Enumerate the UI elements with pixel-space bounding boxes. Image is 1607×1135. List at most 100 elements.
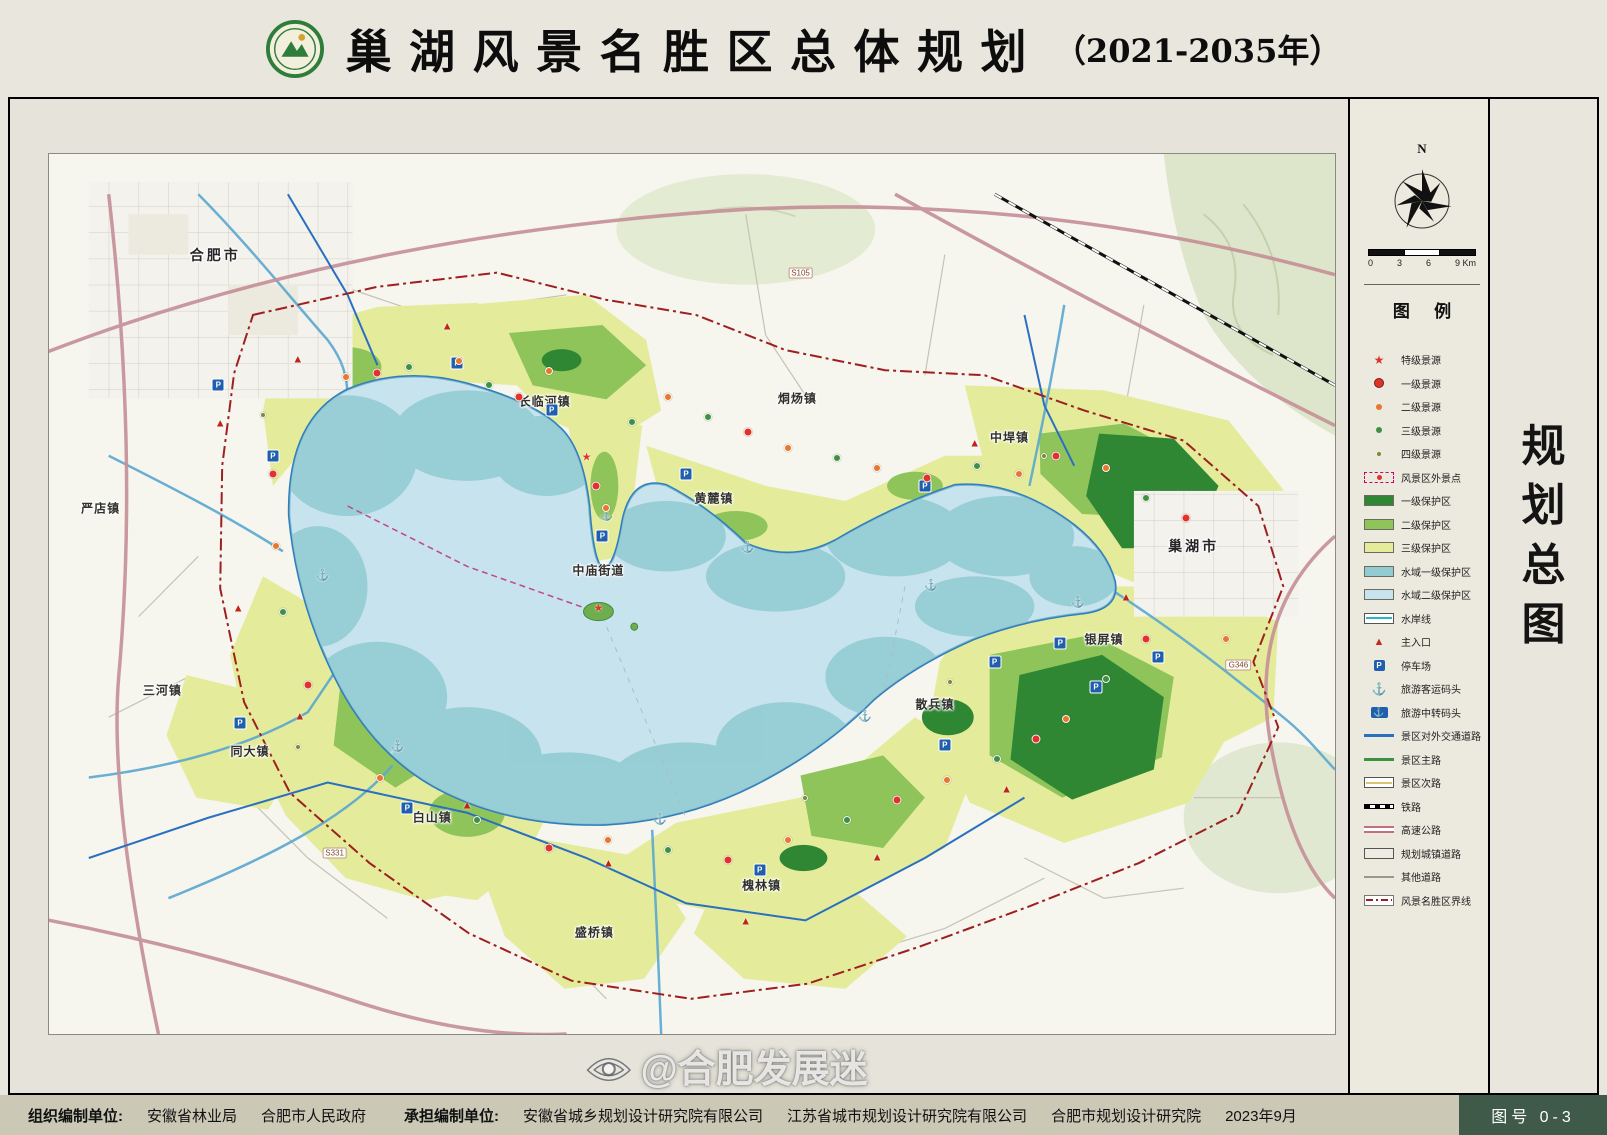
main-entrance-marker: ▲ xyxy=(292,355,303,366)
vertical-title-char: 总 xyxy=(1522,536,1566,595)
legend-item-label: 二级景源 xyxy=(1401,399,1441,414)
legend-item-label: 铁路 xyxy=(1401,799,1421,814)
main-entrance-marker: ▲ xyxy=(872,853,883,864)
town-label: 白山镇 xyxy=(413,808,452,825)
scenic-resource-marker xyxy=(973,462,981,470)
legend-item-label: 景区主路 xyxy=(1401,752,1441,767)
scenic-resource-marker xyxy=(1141,634,1150,643)
town-label: 黄麓镇 xyxy=(694,489,733,506)
legend-item-label: 风景名胜区界线 xyxy=(1401,893,1471,908)
legend-item: 其他道路 xyxy=(1364,865,1480,889)
tourist-dock-marker: ⚓ xyxy=(924,581,938,592)
legend-item-label: 一级景源 xyxy=(1401,376,1441,391)
scenic-resource-marker xyxy=(664,393,672,401)
scenic-resource-marker xyxy=(545,367,553,375)
legend-item: 水岸线 xyxy=(1364,607,1480,631)
legend-item: ⚓旅游中转码头 xyxy=(1364,701,1480,725)
legend-item: 一级景源 xyxy=(1364,372,1480,396)
sheet-number-badge: 图号 0-3 xyxy=(1459,1095,1607,1135)
legend-item-label: 高速公路 xyxy=(1401,822,1441,837)
parking-marker: P xyxy=(212,379,225,392)
scenic-resource-marker xyxy=(892,795,901,804)
scenic-resource-marker xyxy=(1102,464,1110,472)
legend-item-label: 三级景源 xyxy=(1401,423,1441,438)
parking-marker: P xyxy=(680,467,693,480)
parking-marker: P xyxy=(1054,636,1067,649)
town-label: 中庙街道 xyxy=(572,562,624,579)
town-label: 巢湖市 xyxy=(1168,536,1219,556)
main-entrance-marker: ▲ xyxy=(442,322,453,333)
legend-item-label: 停车场 xyxy=(1401,658,1431,673)
town-label: 烔炀镇 xyxy=(778,390,817,407)
scenic-resource-marker xyxy=(473,816,481,824)
main-entrance-marker: ▲ xyxy=(1121,593,1132,604)
scenic-resource-marker xyxy=(544,843,553,852)
town-label: 中垾镇 xyxy=(990,428,1029,445)
parking-marker: P xyxy=(918,479,931,492)
scale-bar: 0369 Km xyxy=(1368,249,1476,268)
footer-org-2: 合肥市人民政府 xyxy=(261,1105,366,1126)
vertical-title-strip: 规划总图 xyxy=(1488,99,1597,1093)
footer-org-1: 安徽省林业局 xyxy=(147,1105,237,1126)
parking-marker: P xyxy=(596,530,609,543)
main-entrance-marker: ▲ xyxy=(215,418,226,429)
legend-item: 三级保护区 xyxy=(1364,536,1480,560)
tourist-dock-marker: ⚓ xyxy=(599,511,613,522)
scenic-resource-marker xyxy=(1032,735,1041,744)
legend-item-label: 水域二级保护区 xyxy=(1401,587,1471,602)
road-shield-label: S331 xyxy=(322,847,347,858)
scenic-resource-marker xyxy=(376,774,384,782)
parking-marker: P xyxy=(234,717,247,730)
legend-panel: N 0369 Km 图 例 ★特级景源一级景源二级景源三级景源四 xyxy=(1348,99,1488,1093)
parking-marker: P xyxy=(451,357,464,370)
page-title: 巢湖风景名胜区总体规划 xyxy=(346,16,1044,82)
main-entrance-marker: ▲ xyxy=(233,603,244,614)
scenic-resource-marker xyxy=(342,373,350,381)
scenic-resource-marker xyxy=(268,469,277,478)
scenic-resource-marker xyxy=(602,504,610,512)
footer-undertake-label: 承担编制单位: xyxy=(404,1105,499,1126)
parking-marker: P xyxy=(753,864,766,877)
town-label: 银屏镇 xyxy=(1085,630,1124,647)
main-entrance-marker: ▲ xyxy=(740,917,751,928)
scenic-resource-marker xyxy=(628,418,636,426)
legend-item-label: 二级保护区 xyxy=(1401,517,1451,532)
legend-divider xyxy=(1364,284,1480,285)
scenic-resource-marker xyxy=(723,856,732,865)
legend-item: 风景名胜区界线 xyxy=(1364,889,1480,913)
footer-undertake-1: 安徽省城乡规划设计研究院有限公司 xyxy=(523,1105,763,1126)
legend-item: 水域二级保护区 xyxy=(1364,583,1480,607)
scenic-resource-top-marker: ★ xyxy=(593,603,603,614)
scenic-resource-marker xyxy=(833,454,841,462)
legend-item: 四级景源 xyxy=(1364,442,1480,466)
scale-tick-label: 9 Km xyxy=(1455,258,1476,268)
scenic-resource-marker xyxy=(922,473,931,482)
parking-marker: P xyxy=(938,739,951,752)
scenic-resource-marker xyxy=(873,464,881,472)
scenic-resource-marker xyxy=(1181,514,1190,523)
town-label: 合肥市 xyxy=(190,245,241,265)
footer-bar: 组织编制单位: 安徽省林业局 合肥市人民政府 承担编制单位: 安徽省城乡规划设计… xyxy=(0,1095,1607,1135)
footer-date: 2023年9月 xyxy=(1225,1105,1297,1126)
scenic-resource-top-marker: ★ xyxy=(582,452,592,463)
legend-item-label: 景区对外交通道路 xyxy=(1401,728,1481,743)
legend-item: 高速公路 xyxy=(1364,818,1480,842)
tourist-dock-marker: ⚓ xyxy=(391,742,405,753)
page-subtitle: （2021-2035年） xyxy=(1054,26,1341,72)
scenic-resource-marker xyxy=(373,369,382,378)
map-area: 合肥市严店镇三河镇同大镇白山镇盛桥镇槐林镇散兵镇银屏镇中垾镇烔炀镇黄麓镇长临河镇… xyxy=(10,99,1348,1093)
legend-item-label: 景区次路 xyxy=(1401,775,1441,790)
tourist-dock-marker: ⚓ xyxy=(1071,597,1085,608)
main-entrance-marker: ▲ xyxy=(294,712,305,723)
scale-tick-label: 0 xyxy=(1368,258,1373,268)
scenic-resource-marker xyxy=(1142,494,1150,502)
north-label: N xyxy=(1364,141,1480,157)
legend-item-label: 旅游客运码头 xyxy=(1401,681,1461,696)
scenic-resource-marker xyxy=(943,776,951,784)
legend-item: ⚓旅游客运码头 xyxy=(1364,677,1480,701)
tourist-dock-marker: ⚓ xyxy=(741,543,755,554)
legend-item: 铁路 xyxy=(1364,795,1480,819)
legend-item-label: 其他道路 xyxy=(1401,869,1441,884)
scenic-resource-marker xyxy=(947,679,953,685)
map-panel: 合肥市严店镇三河镇同大镇白山镇盛桥镇槐林镇散兵镇银屏镇中垾镇烔炀镇黄麓镇长临河镇… xyxy=(48,153,1336,1035)
